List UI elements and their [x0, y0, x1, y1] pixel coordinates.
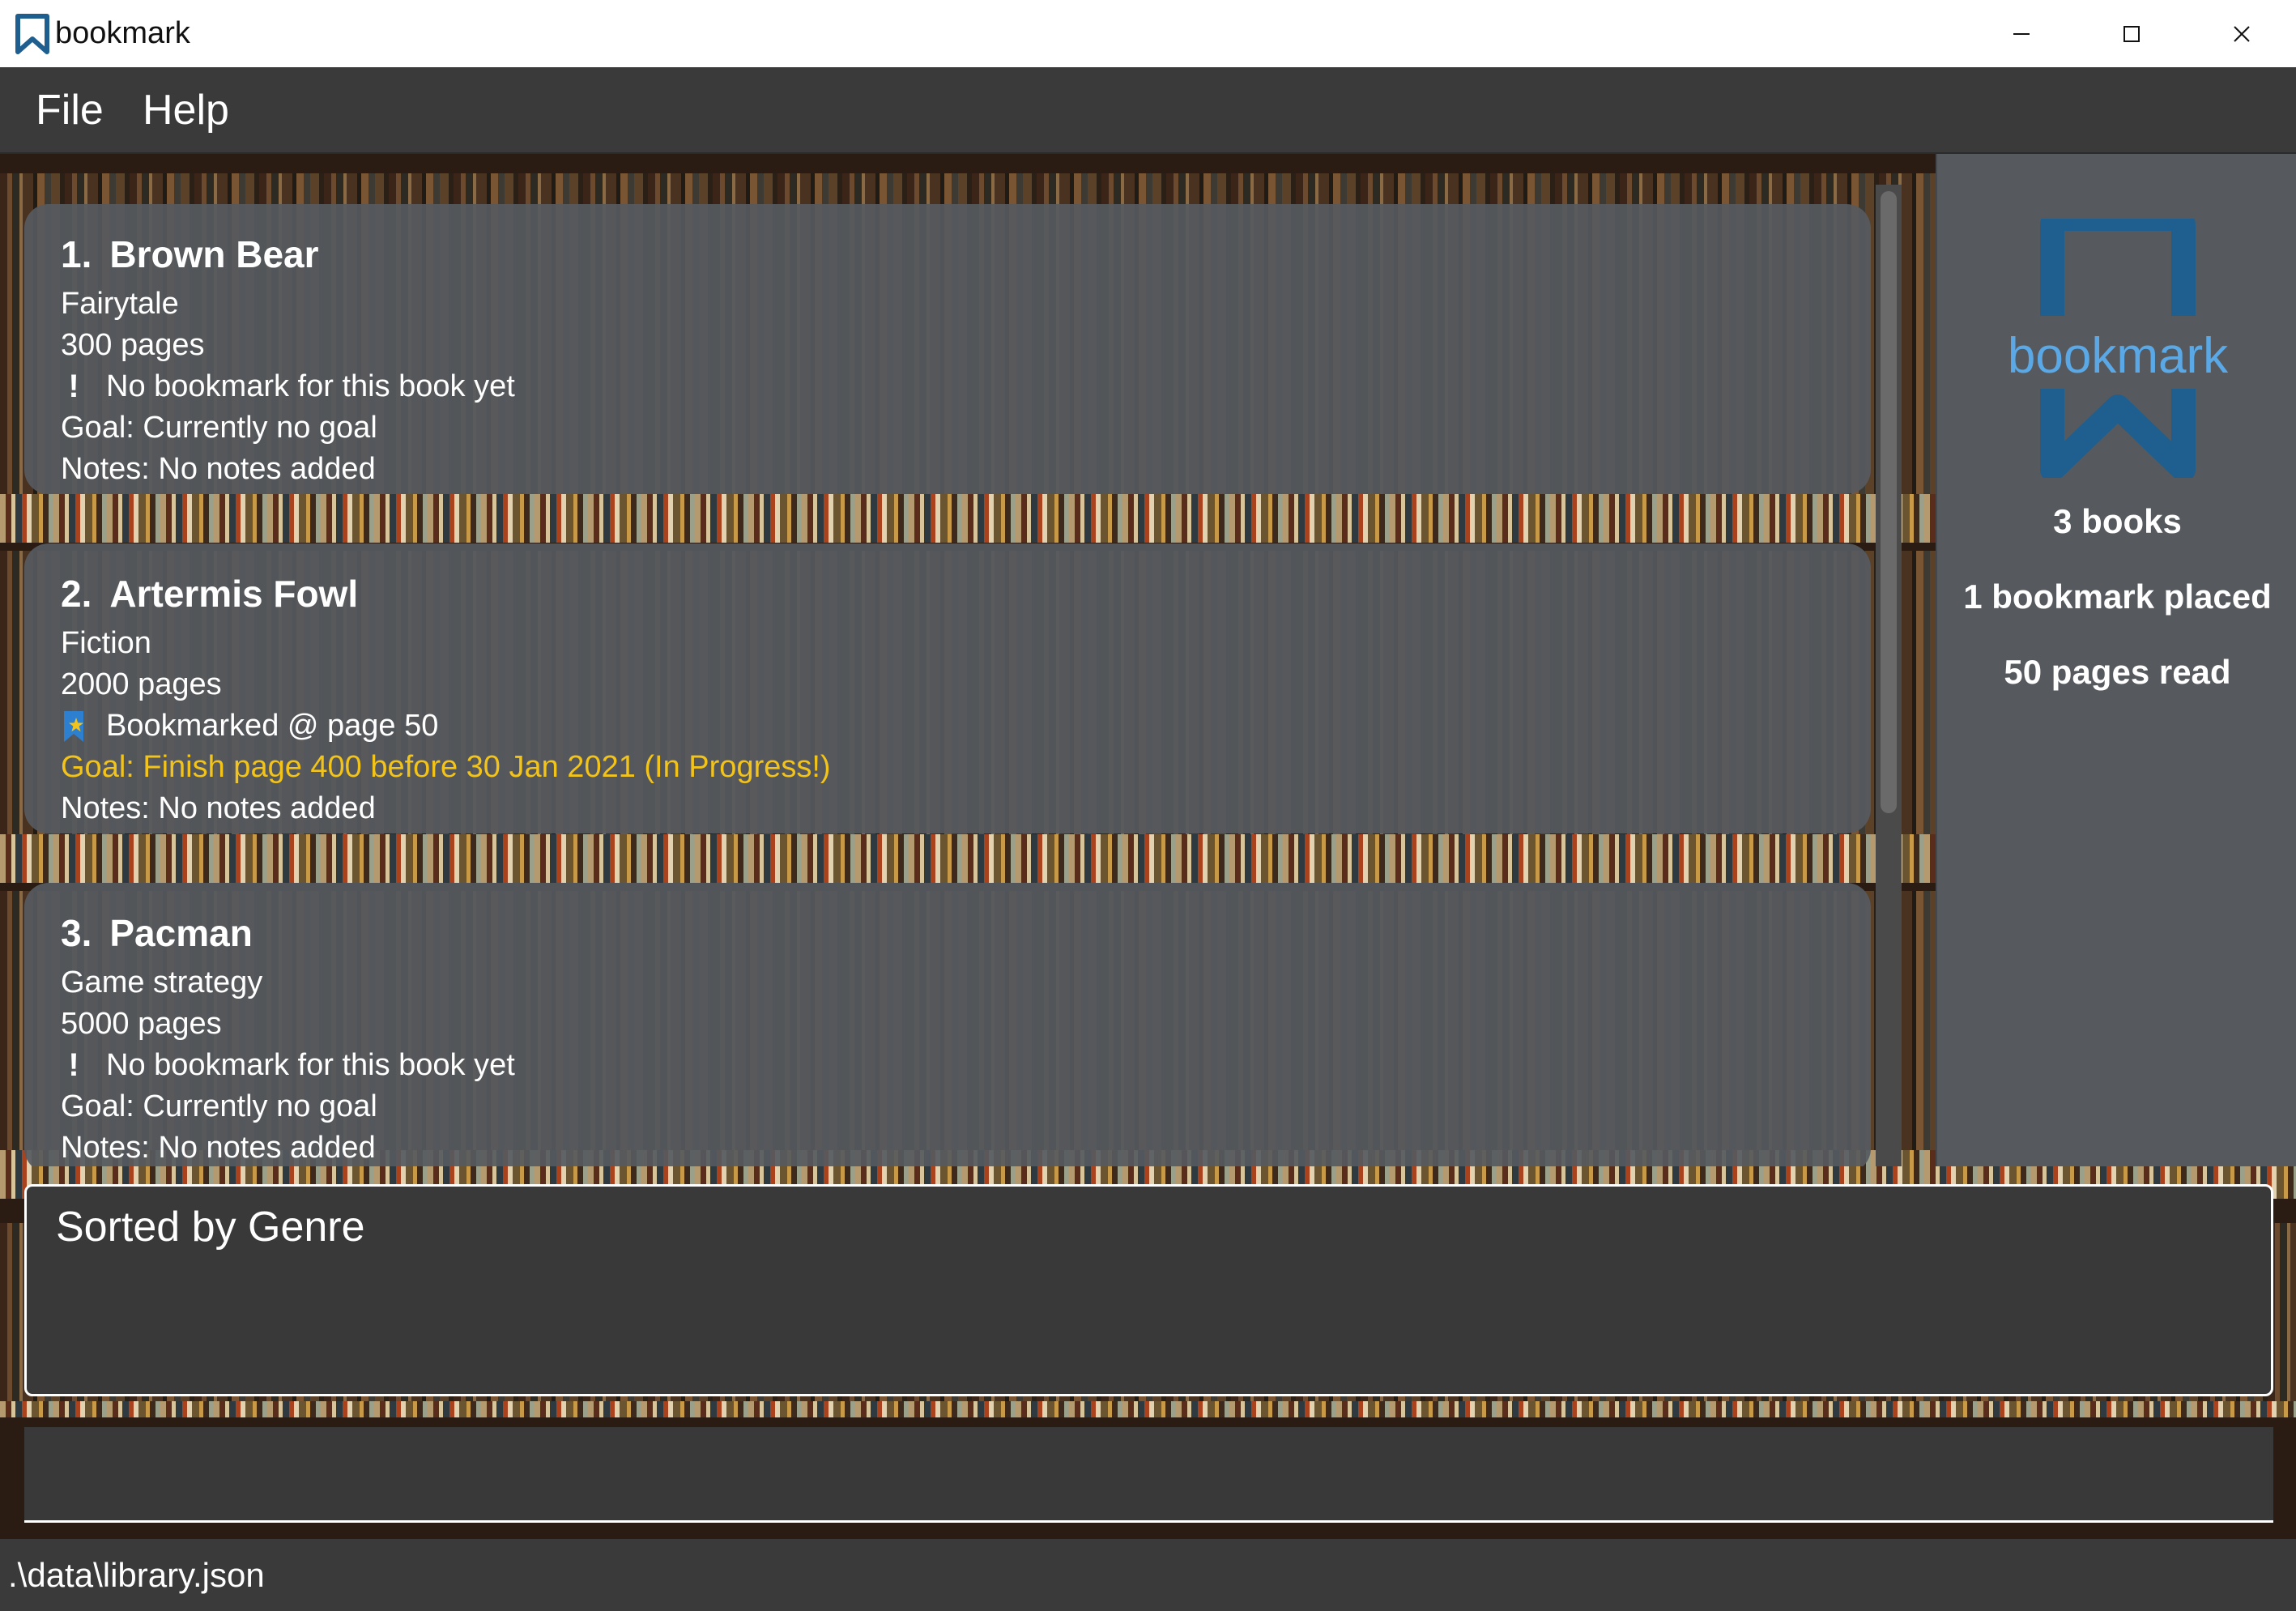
- bookmark-status-text: Bookmarked @ page 50: [106, 709, 439, 743]
- book-bookmark-status: ! No bookmark for this book yet: [61, 1045, 1871, 1086]
- bookmark-status-text: No bookmark for this book yet: [106, 1048, 515, 1082]
- book-notes: Notes: No notes added: [61, 452, 376, 486]
- book-title-text: Brown Bear: [109, 233, 319, 275]
- book-bookmark-status: Bookmarked @ page 50: [61, 705, 1871, 747]
- book-title-text: Pacman: [109, 912, 253, 954]
- window-title: bookmark: [55, 16, 190, 50]
- menu-file[interactable]: File: [36, 67, 104, 154]
- logo-text: bookmark: [2008, 328, 2229, 384]
- status-bar: .\data\library.json: [0, 1539, 2296, 1611]
- bookmark-logo: bookmark: [2004, 219, 2232, 478]
- minimize-icon: [2013, 32, 2030, 35]
- bookmark-status-text: No bookmark for this book yet: [106, 369, 515, 403]
- book-goal: Goal: Currently no goal: [61, 411, 377, 445]
- data-file-path: .\data\library.json: [8, 1556, 265, 1594]
- menu-bar: File Help: [0, 67, 2296, 154]
- stats-panel: bookmark 3 books 1 bookmark placed 50 pa…: [1936, 154, 2296, 1166]
- list-scrollbar-thumb[interactable]: [1881, 191, 1897, 813]
- book-title: 2. Artermis Fowl: [61, 568, 1871, 620]
- close-button[interactable]: [2187, 0, 2296, 67]
- minimize-button[interactable]: [1966, 0, 2077, 67]
- book-list[interactable]: 1. Brown Bear Fairytale 300 pages ! No bo…: [0, 154, 1936, 1166]
- bookmark-star-icon: [64, 710, 83, 742]
- book-title-text: Artermis Fowl: [109, 573, 359, 615]
- maximize-icon: [2123, 25, 2140, 42]
- book-title: 1. Brown Bear: [61, 228, 1871, 280]
- result-text: Sorted by Genre: [56, 1204, 365, 1251]
- book-genre: Fiction: [61, 626, 151, 660]
- book-pages: 2000 pages: [61, 667, 222, 701]
- book-goal: Goal: Finish page 400 before 30 Jan 2021…: [61, 750, 831, 784]
- book-card[interactable]: 2. Artermis Fowl Fiction 2000 pages Bookm…: [24, 543, 1871, 833]
- book-genre: Fairytale: [61, 287, 179, 321]
- result-display: Sorted by Genre: [24, 1184, 2273, 1396]
- menu-help[interactable]: Help: [143, 67, 229, 154]
- bookmark-app-icon: [15, 14, 49, 54]
- command-input[interactable]: [24, 1427, 2273, 1523]
- exclamation-icon: !: [68, 369, 79, 404]
- book-card[interactable]: 3. Pacman Game strategy 5000 pages ! No b…: [24, 883, 1871, 1166]
- book-index: 1.: [61, 233, 92, 275]
- book-genre: Game strategy: [61, 965, 263, 999]
- book-card[interactable]: 1. Brown Bear Fairytale 300 pages ! No bo…: [24, 204, 1871, 494]
- stat-pages-read: 50 pages read: [2004, 653, 2231, 691]
- book-pages: 5000 pages: [61, 1007, 222, 1041]
- stat-bookmark-count: 1 bookmark placed: [1963, 577, 2272, 616]
- book-bookmark-status: ! No bookmark for this book yet: [61, 366, 1871, 407]
- stat-book-count: 3 books: [2053, 502, 2182, 540]
- book-notes: Notes: No notes added: [61, 791, 376, 825]
- book-pages: 300 pages: [61, 328, 205, 362]
- book-title: 3. Pacman: [61, 907, 1871, 959]
- close-icon: [2234, 25, 2250, 42]
- exclamation-icon: !: [68, 1047, 79, 1083]
- book-goal: Goal: Currently no goal: [61, 1089, 377, 1123]
- book-notes: Notes: No notes added: [61, 1131, 376, 1165]
- maximize-button[interactable]: [2077, 0, 2187, 67]
- book-index: 3.: [61, 912, 92, 954]
- book-index: 2.: [61, 573, 92, 615]
- title-bar: bookmark: [0, 0, 2296, 67]
